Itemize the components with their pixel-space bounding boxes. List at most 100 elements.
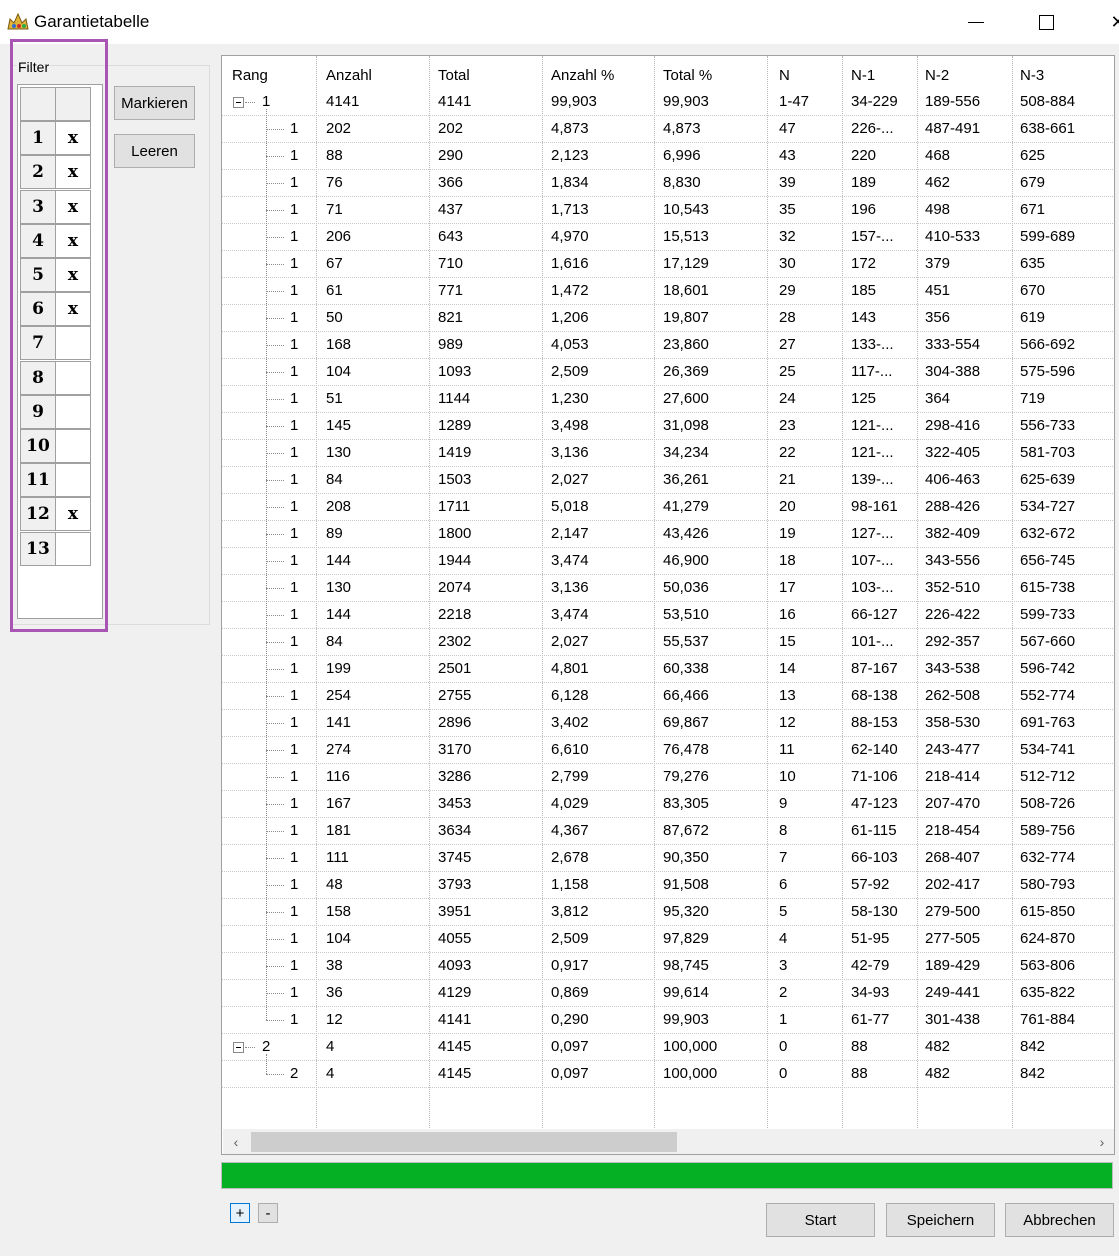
column-header[interactable]: Anzahl % bbox=[551, 67, 614, 84]
table-cell: 226-422 bbox=[925, 606, 981, 623]
column-header[interactable]: N-2 bbox=[925, 67, 949, 84]
filter-row-mark[interactable]: x bbox=[55, 223, 91, 258]
filter-row-number[interactable]: 7 bbox=[20, 326, 56, 361]
table-cell: 48 bbox=[326, 876, 343, 893]
filter-row-number[interactable]: 3 bbox=[20, 189, 56, 224]
table-cell: 1,834 bbox=[551, 174, 589, 191]
filter-row[interactable]: 4x bbox=[20, 223, 91, 258]
collapse-all-button[interactable]: - bbox=[258, 1203, 278, 1223]
table-cell: 144 bbox=[326, 606, 352, 623]
table-cell: 21 bbox=[779, 471, 796, 488]
horizontal-scrollbar[interactable]: ‹ › bbox=[223, 1129, 1114, 1154]
filter-row-number[interactable]: 6 bbox=[20, 292, 56, 327]
table-cell: 116 bbox=[326, 768, 350, 785]
table-cell: 206 bbox=[326, 228, 352, 245]
filter-grid[interactable]: 1 x 2 x 3 x 4 x 5 x 6 x 7 8 9 10 11 12 x 13 bbox=[17, 84, 103, 619]
table-cell: 3,474 bbox=[551, 552, 589, 569]
table-cell: 50 bbox=[326, 309, 343, 326]
filter-row[interactable]: 12 x bbox=[20, 497, 91, 532]
minimize-button[interactable] bbox=[946, 0, 1006, 44]
filter-row-number[interactable]: 10 bbox=[20, 429, 56, 463]
tree-guide-line bbox=[266, 237, 284, 238]
column-header[interactable]: N-1 bbox=[851, 67, 875, 84]
filter-row-number[interactable]: 8 bbox=[20, 360, 56, 395]
filter-row-mark[interactable]: x bbox=[55, 189, 91, 224]
filter-row-number[interactable]: 1 bbox=[20, 121, 56, 156]
table-cell: 567-660 bbox=[1020, 633, 1076, 650]
column-header[interactable]: N-3 bbox=[1020, 67, 1044, 84]
scroll-left-icon[interactable]: ‹ bbox=[223, 1129, 249, 1154]
table-cell: 3,402 bbox=[551, 714, 589, 731]
filter-row-mark[interactable] bbox=[55, 326, 91, 361]
filter-row-number[interactable]: 12 bbox=[20, 497, 56, 532]
filter-row-mark[interactable]: x bbox=[55, 155, 91, 190]
filter-row[interactable]: 5x bbox=[20, 258, 91, 292]
tree-guide-line bbox=[266, 912, 284, 913]
table-cell: 189 bbox=[851, 174, 877, 191]
filter-row-number[interactable]: 4 bbox=[20, 223, 56, 258]
filter-row-number[interactable]: 5 bbox=[20, 258, 56, 292]
filter-row-number[interactable]: 11 bbox=[20, 463, 56, 498]
tree-guide-line bbox=[266, 642, 284, 643]
table-cell: 3,136 bbox=[551, 444, 589, 461]
table-cell: 719 bbox=[1020, 390, 1046, 407]
filter-row[interactable]: 13 bbox=[20, 531, 91, 566]
filter-row[interactable]: 10 bbox=[20, 429, 91, 463]
filter-row-mark[interactable]: x bbox=[55, 121, 91, 156]
filter-row[interactable]: 7 bbox=[20, 326, 91, 361]
close-button[interactable]: ✕ bbox=[1088, 0, 1119, 44]
table-cell: 20 bbox=[779, 498, 796, 515]
table-cell: 4,873 bbox=[551, 120, 589, 137]
cancel-button[interactable]: Abbrechen bbox=[1005, 1203, 1114, 1237]
start-button[interactable]: Start bbox=[766, 1203, 875, 1237]
tree-guide-line bbox=[266, 318, 284, 319]
table-cell: 13 bbox=[779, 687, 796, 704]
table-cell: 99,903 bbox=[663, 93, 709, 110]
table-cell: 35 bbox=[779, 201, 796, 218]
column-header[interactable]: Anzahl bbox=[326, 67, 372, 84]
table-cell: 292-357 bbox=[925, 633, 981, 650]
filter-row-number[interactable]: 2 bbox=[20, 155, 56, 190]
table-cell: 2,123 bbox=[551, 147, 589, 164]
column-header[interactable]: Total % bbox=[663, 67, 712, 84]
filter-row[interactable]: 6x bbox=[20, 292, 91, 327]
leeren-button[interactable]: Leeren bbox=[114, 134, 195, 168]
table-cell: 71 bbox=[326, 201, 343, 218]
scroll-right-icon[interactable]: › bbox=[1089, 1129, 1114, 1154]
markieren-button[interactable]: Markieren bbox=[114, 86, 195, 120]
filter-row-number[interactable]: 9 bbox=[20, 394, 56, 429]
filter-row[interactable]: 11 bbox=[20, 463, 91, 498]
filter-row-number[interactable]: 13 bbox=[20, 531, 56, 566]
table-cell: 3453 bbox=[438, 795, 472, 812]
filter-row[interactable]: 9 bbox=[20, 394, 91, 429]
filter-row[interactable]: 2x bbox=[20, 155, 91, 190]
filter-row[interactable]: 1x bbox=[20, 121, 91, 156]
column-header[interactable]: N bbox=[779, 67, 790, 84]
save-button[interactable]: Speichern bbox=[886, 1203, 995, 1237]
filter-row-mark[interactable]: x bbox=[55, 292, 91, 327]
filter-row-mark[interactable] bbox=[55, 463, 91, 498]
filter-row-mark[interactable] bbox=[55, 394, 91, 429]
table-cell: 4 bbox=[326, 1038, 335, 1055]
table-cell: 23,860 bbox=[663, 336, 709, 353]
filter-row-mark[interactable] bbox=[55, 360, 91, 395]
collapse-node-icon[interactable] bbox=[233, 97, 244, 108]
scroll-thumb[interactable] bbox=[251, 1132, 677, 1152]
window-title: Garantietabelle bbox=[34, 12, 150, 31]
column-header[interactable]: Rang bbox=[232, 67, 268, 84]
expand-all-button[interactable]: + bbox=[230, 1203, 250, 1223]
table-cell: 87-167 bbox=[851, 660, 898, 677]
collapse-node-icon[interactable] bbox=[233, 1042, 244, 1053]
filter-row-mark[interactable]: x bbox=[55, 497, 91, 532]
filter-row[interactable]: 3x bbox=[20, 189, 91, 224]
filter-row-mark[interactable] bbox=[55, 429, 91, 463]
maximize-button[interactable] bbox=[1016, 0, 1076, 44]
filter-row-mark[interactable]: x bbox=[55, 258, 91, 292]
column-header[interactable]: Total bbox=[438, 67, 470, 84]
table-cell: 691-763 bbox=[1020, 714, 1076, 731]
filter-row[interactable]: 8 bbox=[20, 360, 91, 395]
table-cell: 43,426 bbox=[663, 525, 709, 542]
filter-row-mark[interactable] bbox=[55, 531, 91, 566]
table-cell: 580-793 bbox=[1020, 876, 1076, 893]
result-tree-table[interactable]: ‹ › Rang Anzahl Total Anzahl % Total % N N-1 N-… bbox=[221, 55, 1115, 1155]
